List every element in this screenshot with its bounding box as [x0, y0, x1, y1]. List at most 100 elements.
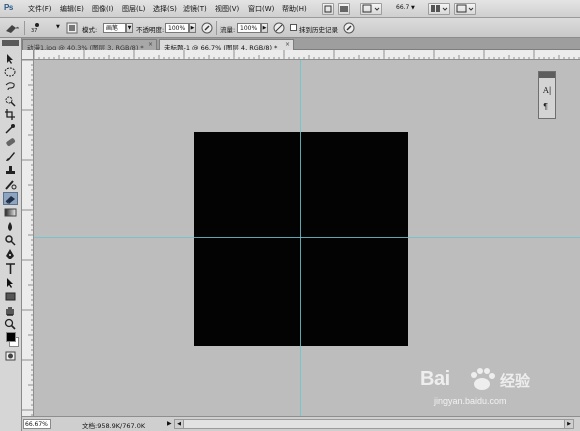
brush-preset-picker[interactable]: 37	[28, 22, 48, 34]
photoshop-logo: Ps	[4, 3, 13, 12]
scroll-right-button[interactable]: ▶	[564, 420, 573, 428]
menu-bar: Ps 文件(F) 编辑(E) 图像(I) 图层(L) 选择(S) 滤镜(T) 视…	[0, 0, 580, 18]
arrange-icon	[431, 5, 448, 12]
tools-panel	[0, 38, 22, 431]
separator	[24, 21, 25, 35]
menu-file[interactable]: 文件(F)	[28, 4, 52, 14]
watermark-brand-cn: 经验	[500, 372, 531, 390]
paragraph-panel-icon[interactable]: ¶	[543, 102, 548, 111]
dodge-tool-icon[interactable]	[3, 234, 18, 247]
separator	[216, 21, 217, 35]
menu-image[interactable]: 图像(I)	[92, 4, 114, 14]
options-bar: 37 ▼ 模式: 画笔 ▼ 不透明度: 100% ▶ 流量: 100% ▶ 抹到…	[0, 18, 580, 38]
launch-bridge-button[interactable]	[322, 3, 334, 15]
character-paragraph-panel: A| ¶	[538, 71, 556, 119]
opacity-input[interactable]: 100%	[165, 23, 189, 33]
vertical-guide[interactable]	[300, 60, 301, 416]
airbrush-toggle[interactable]	[273, 22, 285, 34]
document-tab-strip: 动漫1.jpg @ 40.3% (图层 3, RGB/8) * × 未标题-1 …	[22, 38, 580, 52]
screen-mode-icon	[456, 4, 474, 13]
menu-help[interactable]: 帮助(H)	[282, 4, 307, 14]
blur-tool-icon[interactable]	[3, 220, 18, 233]
foreground-color-swatch[interactable]	[6, 332, 16, 342]
mode-label: 模式:	[82, 26, 98, 34]
status-bar: 66.67% 文档:958.9K/767.0K ▶ ◀ ▶	[22, 416, 580, 431]
healing-brush-tool-icon[interactable]	[3, 136, 18, 149]
vertical-ruler[interactable]	[22, 60, 34, 416]
menu-window[interactable]: 窗口(W)	[248, 4, 274, 14]
close-icon[interactable]: ×	[148, 41, 153, 48]
zoom-select-value[interactable]: 66.7	[396, 4, 409, 11]
pressure-size-toggle[interactable]	[343, 22, 355, 34]
tab-document-1[interactable]: 动漫1.jpg @ 40.3% (图层 3, RGB/8) * ×	[22, 39, 157, 52]
erase-to-history-label: 抹到历史记录	[299, 26, 338, 34]
quick-select-tool-icon[interactable]	[3, 94, 18, 107]
menu-filter[interactable]: 滤镜(T)	[183, 4, 207, 14]
horizontal-guide[interactable]	[34, 237, 580, 238]
ruler-origin[interactable]	[22, 50, 34, 60]
watermark-brand: Bai	[420, 368, 450, 390]
crop-tool-icon[interactable]	[3, 108, 18, 121]
document-canvas[interactable]	[194, 132, 408, 346]
scroll-left-button[interactable]: ◀	[175, 420, 184, 428]
airbrush-icon	[273, 22, 285, 34]
zoom-level-field[interactable]: 66.67%	[23, 419, 51, 429]
chevron-down-icon[interactable]: ▼	[56, 24, 60, 30]
pressure-icon	[201, 22, 213, 34]
flow-input[interactable]: 100%	[237, 23, 261, 33]
menu-edit[interactable]: 编辑(E)	[60, 4, 84, 14]
screen-mode-button[interactable]	[454, 3, 476, 15]
tab-document-2[interactable]: 未标题-1 @ 66.7% (图层 4, RGB/8) * ×	[159, 39, 294, 52]
panel-grip[interactable]	[2, 40, 19, 46]
opacity-slider-arrow[interactable]: ▶	[189, 23, 196, 33]
rectangle-tool-icon[interactable]	[3, 290, 18, 303]
eyedropper-tool-icon[interactable]	[3, 122, 18, 135]
close-icon[interactable]: ×	[285, 41, 290, 48]
path-select-tool-icon[interactable]	[3, 276, 18, 289]
opacity-label: 不透明度:	[136, 26, 165, 34]
gradient-tool-icon[interactable]	[3, 206, 18, 219]
move-tool-icon[interactable]	[3, 52, 18, 65]
baidu-jingyan-watermark: Bai 经验 jingyan.baidu.com	[420, 360, 570, 415]
clone-stamp-tool-icon[interactable]	[3, 164, 18, 177]
mode-dropdown-arrow[interactable]: ▼	[126, 23, 133, 33]
erase-to-history-checkbox[interactable]	[290, 24, 297, 31]
pen-tool-icon[interactable]	[3, 248, 18, 261]
lasso-tool-icon[interactable]	[3, 80, 18, 93]
menu-layer[interactable]: 图层(L)	[122, 4, 145, 14]
character-panel-icon[interactable]: A|	[543, 86, 551, 95]
eraser-tool-icon[interactable]	[3, 192, 18, 205]
panel-header[interactable]	[539, 72, 555, 78]
mini-bridge-icon	[340, 6, 348, 12]
flow-slider-arrow[interactable]: ▶	[261, 23, 268, 33]
pressure-opacity-toggle[interactable]	[201, 22, 213, 34]
horizontal-scrollbar[interactable]: ◀ ▶	[174, 419, 574, 429]
brush-panel-toggle[interactable]	[66, 22, 78, 34]
history-brush-tool-icon[interactable]	[3, 178, 18, 191]
paw-logo-icon	[471, 368, 495, 390]
chevron-down-icon[interactable]: ▼	[411, 5, 415, 11]
menu-select[interactable]: 选择(S)	[153, 4, 177, 14]
view-extras-button[interactable]	[360, 3, 382, 15]
flow-label: 流量:	[220, 26, 236, 34]
status-menu-arrow[interactable]: ▶	[167, 420, 172, 427]
horizontal-ruler-ticks	[34, 50, 580, 59]
mode-select[interactable]: 画笔	[103, 23, 126, 33]
menu-view[interactable]: 视图(V)	[215, 4, 239, 14]
marquee-tool-icon[interactable]	[3, 66, 18, 79]
brush-size-value: 37	[31, 28, 38, 34]
bridge-icon	[324, 5, 332, 13]
quick-mask-icon[interactable]	[3, 350, 18, 363]
zoom-tool-icon[interactable]	[3, 318, 18, 331]
brush-panel-icon	[66, 22, 78, 34]
launch-mini-bridge-button[interactable]	[338, 3, 350, 15]
arrange-documents-button[interactable]	[428, 3, 450, 15]
horizontal-ruler[interactable]	[34, 50, 580, 60]
type-tool-icon[interactable]	[3, 262, 18, 275]
watermark-url: jingyan.baidu.com	[434, 396, 507, 406]
extras-icon	[362, 4, 380, 13]
eraser-tool-preset-icon[interactable]	[4, 22, 19, 34]
hand-tool-icon[interactable]	[3, 304, 18, 317]
vertical-ruler-ticks	[22, 60, 33, 416]
brush-tool-icon[interactable]	[3, 150, 18, 163]
